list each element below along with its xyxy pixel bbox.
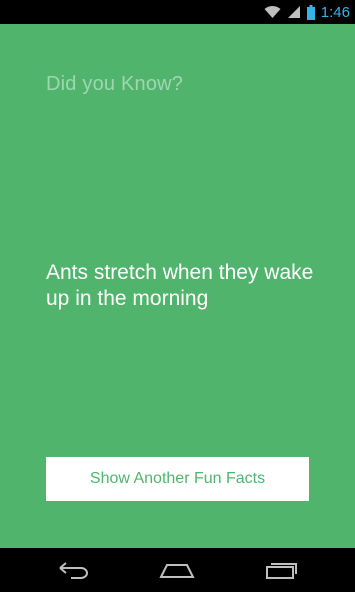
phone-screen: 1:46 Did you Know? Ants stretch when the… <box>0 0 355 592</box>
did-you-know-heading: Did you Know? <box>46 73 184 95</box>
status-bar: 1:46 <box>0 0 355 24</box>
recent-apps-icon[interactable] <box>257 556 307 584</box>
home-icon[interactable] <box>152 556 202 584</box>
battery-icon <box>306 4 315 20</box>
back-icon[interactable] <box>49 556 99 584</box>
status-clock: 1:46 <box>320 3 350 21</box>
fact-text: Ants stretch when they wake up in the mo… <box>46 261 314 310</box>
navigation-bar <box>0 548 355 592</box>
wifi-icon <box>264 5 281 19</box>
fun-facts-panel: Did you Know? Ants stretch when they wak… <box>0 24 355 548</box>
show-another-fact-button[interactable]: Show Another Fun Facts <box>46 457 309 501</box>
signal-icon <box>287 5 301 19</box>
